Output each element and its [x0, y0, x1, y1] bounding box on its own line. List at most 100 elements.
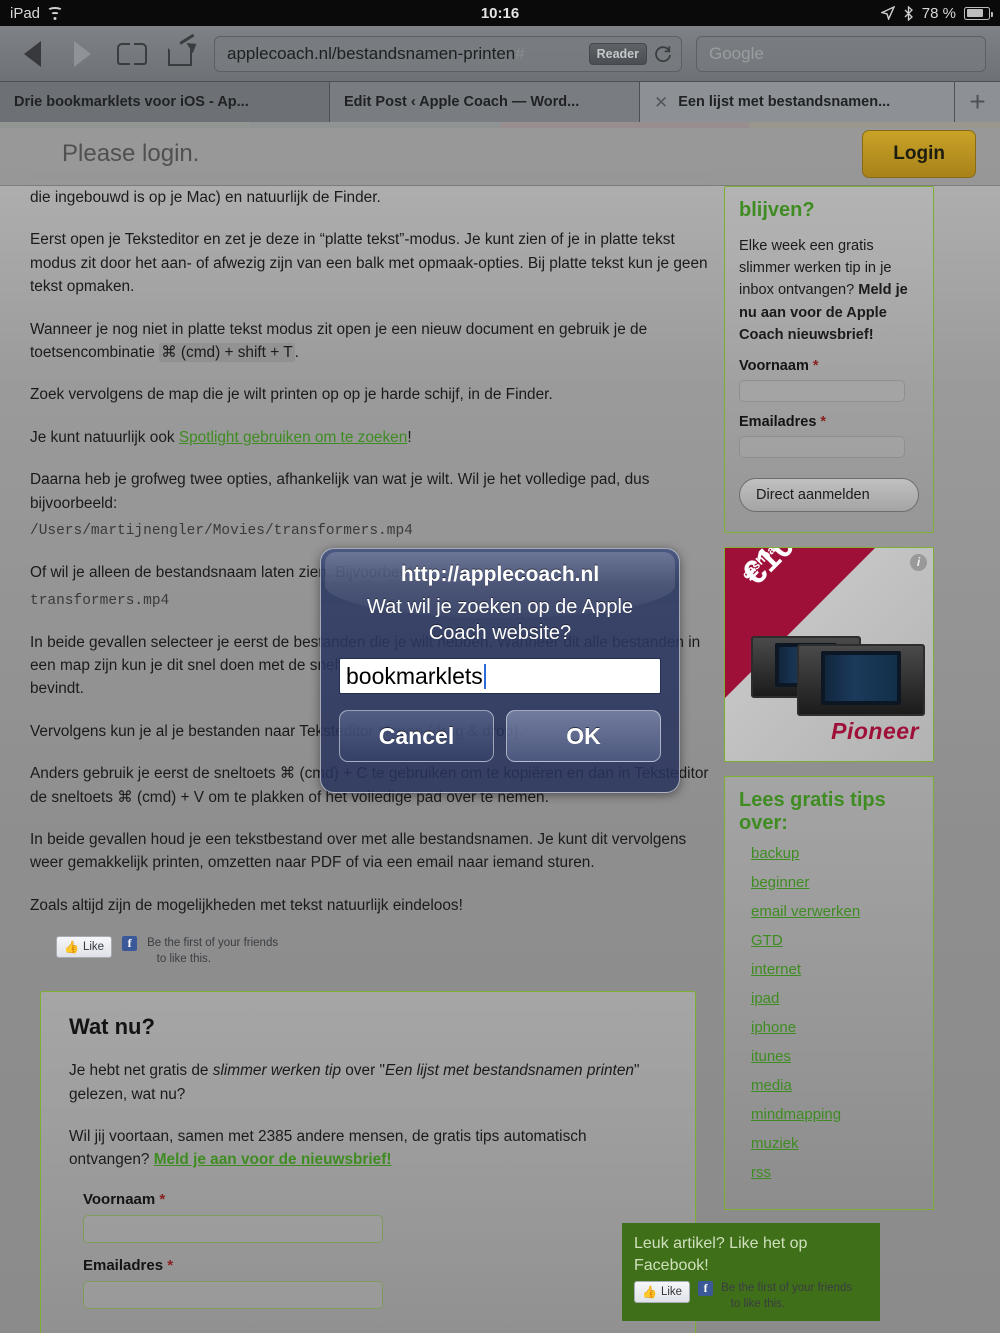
wn-b: over " [341, 1062, 385, 1080]
paragraph-4: Zoek vervolgens de map die je wilt print… [30, 386, 553, 404]
dialog-title: http://applecoach.nl [400, 563, 600, 586]
wn-italic-2: Een lijst met bestandsnamen printen [385, 1062, 634, 1080]
list-item: media [751, 1077, 919, 1095]
tags-heading: Lees gratis tips over: [739, 788, 886, 834]
sidebar-submit-button[interactable]: Direct aanmelden [739, 477, 919, 512]
list-item: rss [751, 1164, 919, 1182]
facebook-like-button[interactable]: 👍 Like [634, 1281, 691, 1304]
paragraph-1: die ingebouwd is op je Mac) en natuurlij… [30, 189, 381, 206]
facebook-like-widget: 👍 Like f Be the first of your friends to… [56, 936, 710, 967]
list-item: muziek [751, 1135, 919, 1153]
tag-link-ipad[interactable]: ipad [751, 990, 779, 1007]
dialog-panel: http://applecoach.nl Wat wil je zoeken o… [320, 548, 680, 793]
tag-link-rss[interactable]: rss [751, 1164, 771, 1181]
tag-link-iphone[interactable]: iphone [751, 1019, 796, 1036]
bookmarks-button[interactable] [114, 36, 150, 72]
newsletter-signup-link[interactable]: Meld je aan voor de nieuwsbrief! [154, 1151, 392, 1168]
fb-text-line2: to like this. [730, 1297, 785, 1310]
code-path-1: /Users/martijnengler/Movies/transformers… [30, 523, 413, 540]
pioneer-advertisement[interactable]: €100 cashback on NavGate products i Pion… [724, 546, 934, 762]
location-arrow-icon [880, 6, 895, 20]
share-button[interactable] [164, 33, 200, 72]
tag-link-mindmapping[interactable]: mindmapping [751, 1106, 841, 1123]
dialog-input-value: bookmarklets [346, 662, 483, 689]
paragraph-6: Daarna heb je grofweg twee opties, afhan… [30, 471, 650, 512]
tag-link-backup[interactable]: backup [751, 845, 799, 862]
ad-brand-logo: Pioneer [831, 717, 919, 744]
wn-italic-1: slimmer werken tip [212, 1062, 342, 1080]
new-tab-button[interactable]: + [955, 82, 1000, 122]
label-text: Emailadres [739, 413, 817, 430]
tab-3-active[interactable]: ✕ Een lijst met bestandsnamen... [640, 82, 955, 122]
wat-nu-paragraph-2: Wil jij voortaan, samen met 2385 andere … [69, 1125, 667, 1172]
login-button[interactable]: Login [862, 129, 976, 178]
spotlight-link[interactable]: Spotlight gebruiken om te zoeken [179, 429, 407, 446]
url-fragment: # [515, 43, 525, 63]
tag-link-itunes[interactable]: itunes [751, 1048, 791, 1065]
fb-text-line1: Be the first of your friends [147, 937, 279, 950]
battery-percent: 78 % [921, 4, 956, 22]
tag-link-gtd[interactable]: GTD [751, 932, 783, 949]
watnu-firstname-input[interactable] [83, 1214, 383, 1243]
facebook-like-button[interactable]: 👍 Like [56, 936, 113, 959]
cancel-button[interactable]: Cancel [339, 710, 494, 763]
required-marker: * [812, 357, 819, 374]
wn-a: Je hebt net gratis de [69, 1062, 213, 1080]
tag-link-email[interactable]: email verwerken [751, 903, 860, 920]
paragraph-12: Zoals altijd zijn de mogelijkheden met t… [30, 896, 463, 914]
sidebar: blijven? Elke week een gratis slimmer we… [724, 186, 934, 1333]
watnu-email-input[interactable] [83, 1280, 383, 1309]
back-button[interactable] [14, 36, 50, 72]
login-message: Please login. [62, 139, 200, 167]
ipad-safari-screen: iPad 10:16 78 % applecoach.nl/bestandsna… [0, 0, 1000, 1333]
status-clock: 10:16 [480, 4, 520, 22]
tab-title: Edit Post ‹ Apple Coach — Word... [344, 94, 580, 110]
dialog-buttons: Cancel OK [339, 710, 661, 763]
reader-button[interactable]: Reader [588, 42, 647, 65]
battery-icon [964, 6, 993, 20]
facebook-f-icon: f [698, 1281, 714, 1297]
tab-title: Drie bookmarklets voor iOS - Ap... [14, 94, 249, 110]
wat-nu-paragraph-1: Je hebt net gratis de slimmer werken tip… [69, 1059, 667, 1106]
tag-link-beginner[interactable]: beginner [751, 874, 809, 891]
tags-box: Lees gratis tips over: backup beginner e… [724, 775, 934, 1210]
fb-text-line1: Be the first of your friends [721, 1282, 853, 1295]
dialog-text-input[interactable]: bookmarklets [339, 658, 661, 695]
newsletter-box: blijven? Elke week een gratis slimmer we… [724, 186, 934, 533]
ok-button[interactable]: OK [506, 710, 661, 763]
reload-icon[interactable] [653, 44, 673, 64]
list-item: mindmapping [751, 1106, 919, 1124]
tab-1[interactable]: Drie bookmarklets voor iOS - Ap... [0, 82, 330, 122]
forward-button[interactable] [64, 36, 100, 72]
paragraph-11: In beide gevallen houd je een tekstbesta… [30, 830, 687, 872]
paragraph-2: Eerst open je Teksteditor en zet je deze… [30, 231, 708, 296]
address-bar[interactable]: applecoach.nl/bestandsnamen-printen# Rea… [214, 35, 682, 72]
ios-status-bar: iPad 10:16 78 % [0, 0, 1000, 26]
like-label: Like [660, 1286, 683, 1299]
watnu-firstname-label: Voornaam * [83, 1191, 667, 1208]
ad-info-icon[interactable]: i [910, 553, 927, 571]
required-marker: * [159, 1190, 166, 1208]
back-arrow-icon [23, 40, 41, 67]
watnu-email-label: Emailadres * [83, 1257, 667, 1274]
required-marker: * [167, 1256, 174, 1274]
tag-link-muziek[interactable]: muziek [751, 1135, 799, 1152]
fb-text-line2: to like this. [156, 952, 211, 965]
sidebar-email-input[interactable] [739, 435, 905, 458]
sidebar-firstname-input[interactable] [739, 379, 905, 402]
close-icon[interactable]: ✕ [654, 94, 668, 111]
keyboard-shortcut: ⌘ (cmd) + shift + T [159, 343, 295, 363]
required-marker: * [820, 413, 827, 430]
tab-2[interactable]: Edit Post ‹ Apple Coach — Word... [330, 82, 640, 122]
share-icon [168, 33, 200, 66]
bluetooth-icon [904, 5, 913, 21]
tag-link-internet[interactable]: internet [751, 961, 801, 978]
ad-product-image-front [797, 643, 925, 716]
forward-arrow-icon [73, 40, 91, 67]
search-field[interactable]: Google [696, 35, 986, 72]
like-label: Like [82, 941, 105, 954]
facebook-like-text: Be the first of your friends to like thi… [721, 1281, 852, 1312]
thumbs-up-icon: 👍 [64, 940, 79, 955]
label-text: Voornaam [739, 357, 809, 374]
tag-link-media[interactable]: media [751, 1077, 792, 1094]
